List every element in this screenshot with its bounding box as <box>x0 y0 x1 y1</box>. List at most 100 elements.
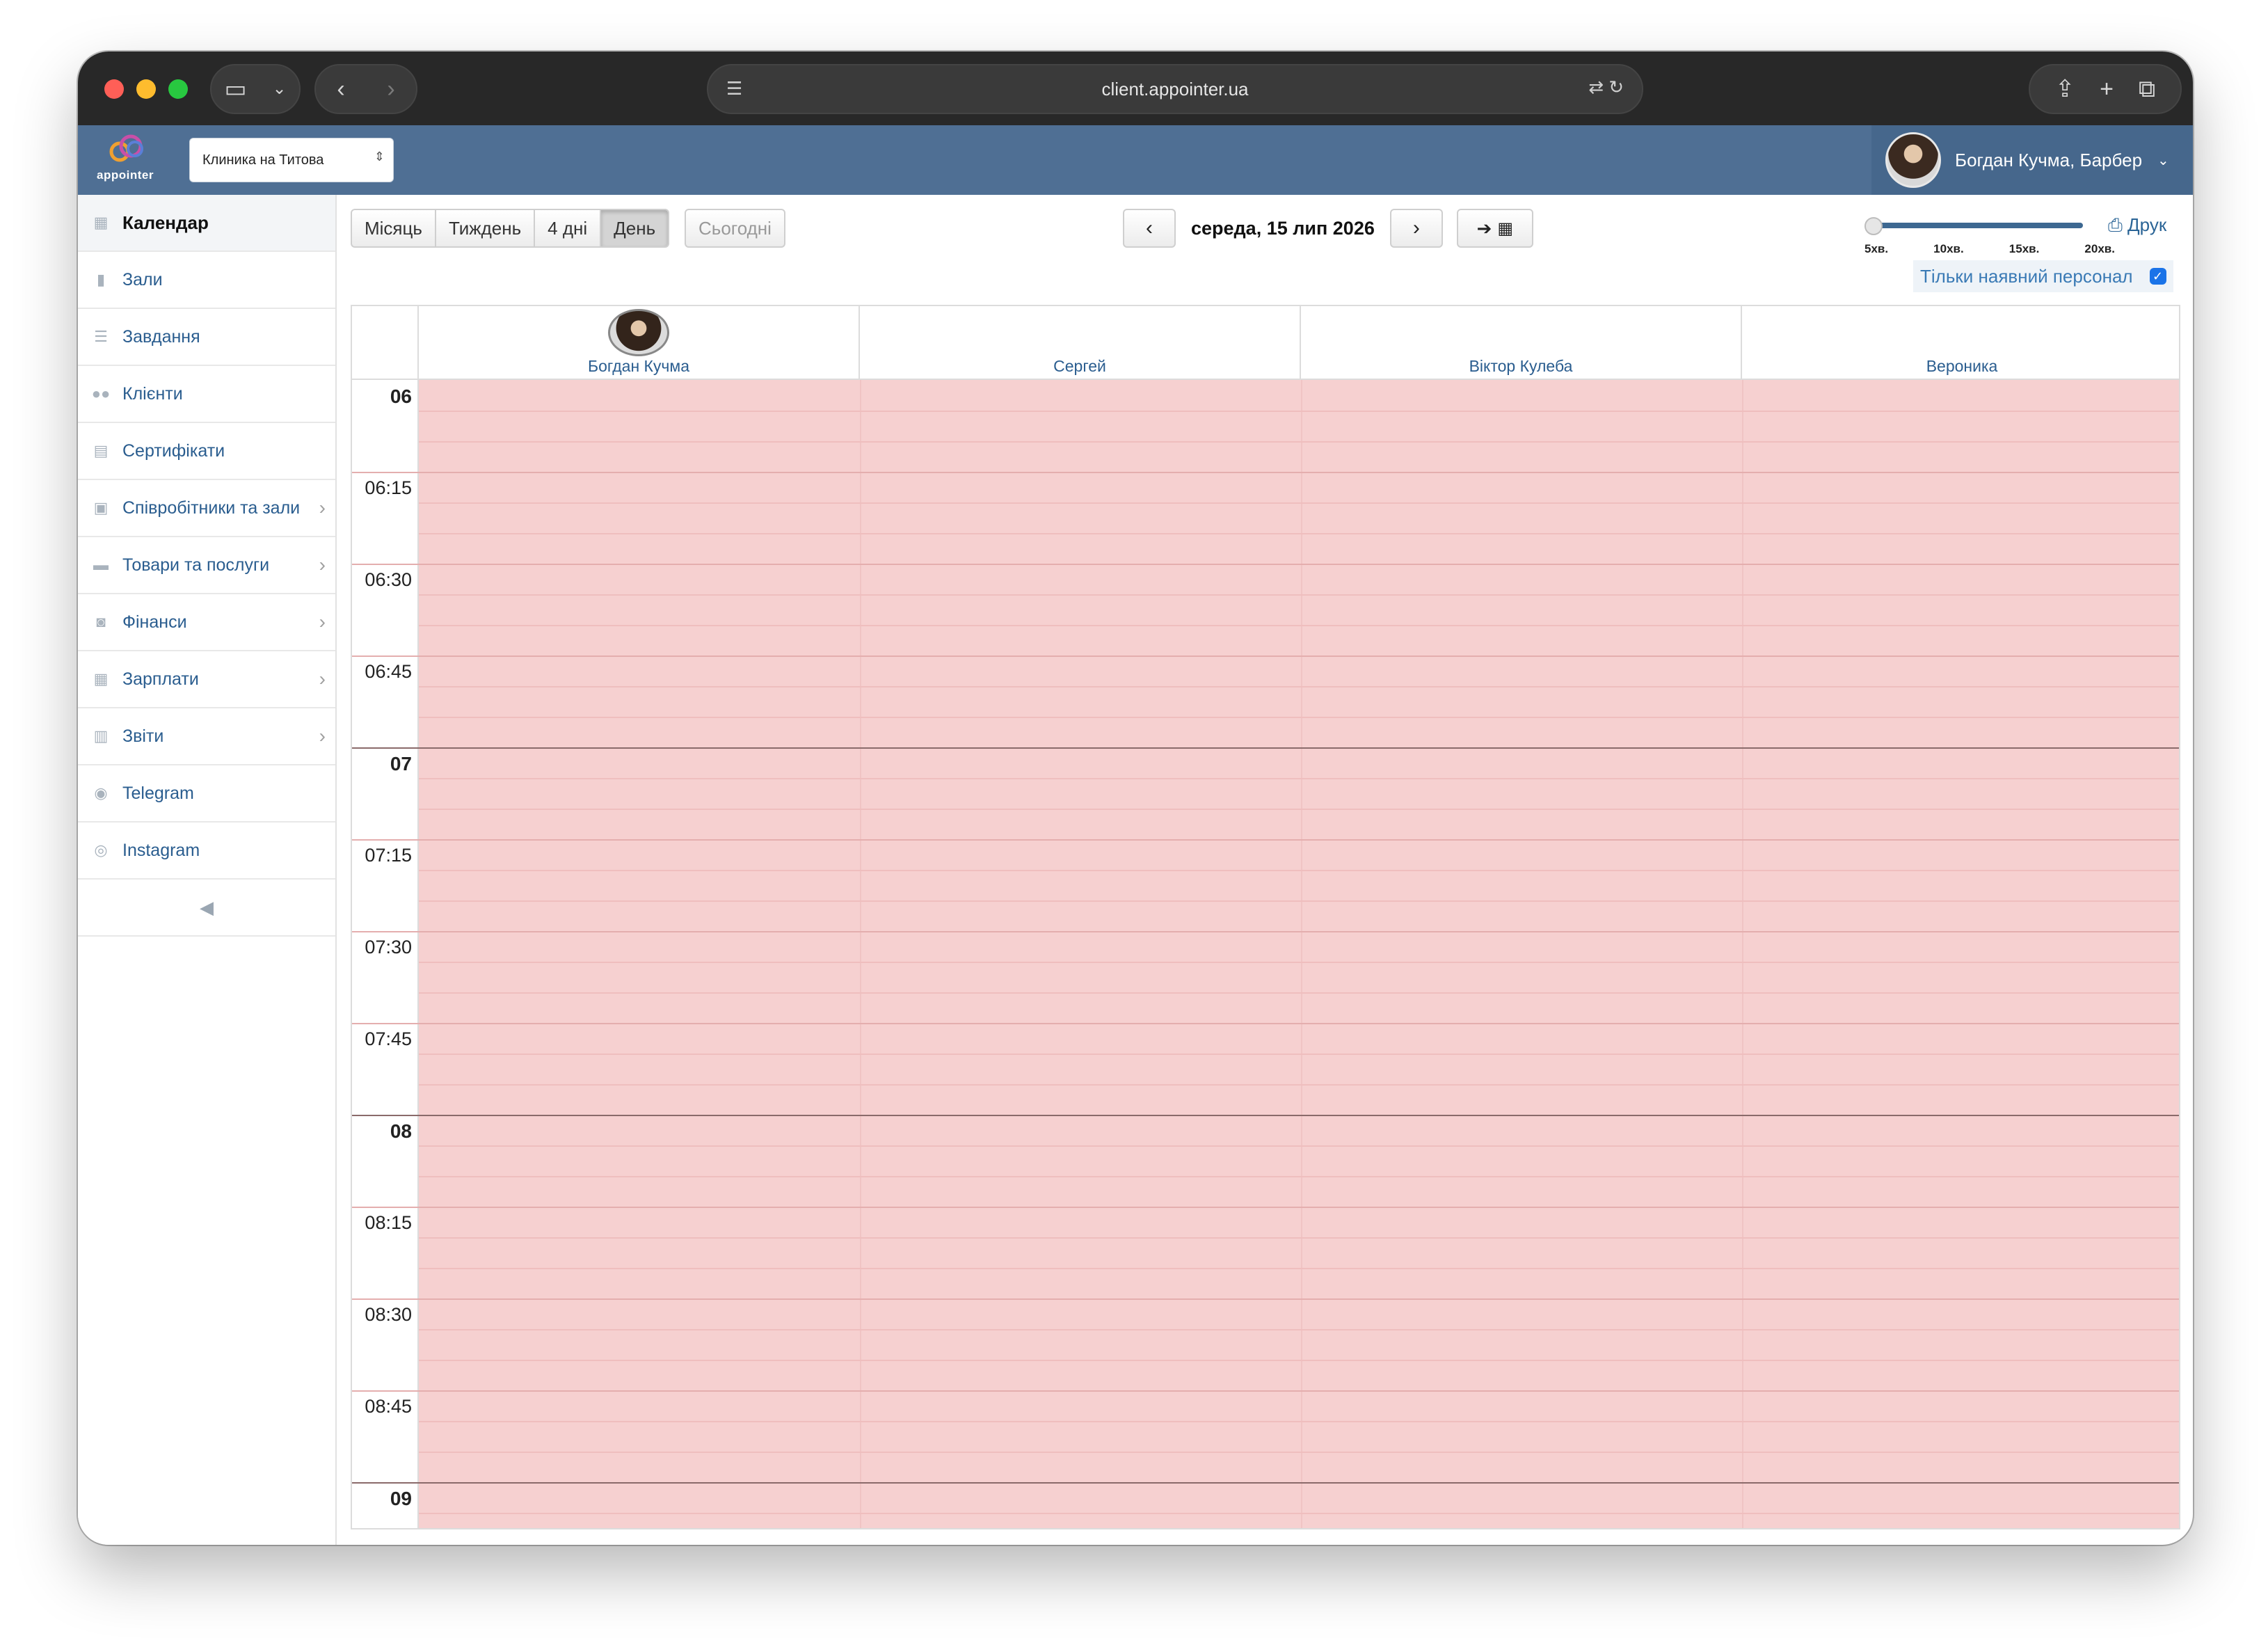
user-menu[interactable]: Богдан Кучма, Барбер ⌄ <box>1871 125 2193 195</box>
slot-duration-slider[interactable] <box>1869 223 2083 228</box>
time-slot-label: 08:30 <box>365 1304 412 1325</box>
staff-name: Вероника <box>1926 357 1998 375</box>
zoom-window-button[interactable] <box>168 79 188 99</box>
sidebar-item-finance[interactable]: ◙ Фінанси › <box>78 594 335 651</box>
sidebar-item-tasks[interactable]: ☰ Завдання <box>78 309 335 366</box>
credit-card-icon: ▬ <box>93 556 109 573</box>
time-gutter: 06 06:15 06:30 06:45 07 07:15 07:30 07:45 08 08:1… <box>352 380 419 1528</box>
calendar-icon: ▦ <box>93 214 109 231</box>
subslot-divider <box>419 1176 2179 1177</box>
staff-column-header[interactable]: Сергей <box>860 306 1301 380</box>
instagram-icon: ◎ <box>94 841 108 859</box>
telegram-icon: ◉ <box>94 784 108 802</box>
new-tab-icon[interactable]: + <box>2100 77 2114 101</box>
sidebar-item-staff[interactable]: ▣ Співробітники та зали › <box>78 480 335 537</box>
sidebar-item-label: Фінанси <box>122 612 187 632</box>
subslot-divider <box>419 441 2179 443</box>
chevron-right-icon: › <box>319 725 326 747</box>
chevron-left-icon: ‹ <box>1146 216 1153 239</box>
translate-reload-icons[interactable]: ⇄ ↻ <box>1588 77 1624 98</box>
sidebar-item-label: Клієнти <box>122 383 183 404</box>
subslot-divider <box>419 1237 2179 1239</box>
chevron-left-circle-icon: ◀ <box>200 896 214 918</box>
available-staff-toggle[interactable]: Тільки наявний персонал ✓ <box>1913 260 2173 292</box>
view-switcher: Місяць Тиждень 4 дні День <box>351 209 670 248</box>
slider-ticks: 5хв. 10хв. 15хв. 20хв. <box>1864 242 2115 256</box>
chevron-right-icon: › <box>1412 216 1420 239</box>
staff-column-header[interactable]: Богдан Кучма <box>419 306 860 380</box>
time-slot-label: 08:45 <box>365 1396 412 1417</box>
slot-divider <box>352 564 2179 565</box>
view-4days-button[interactable]: 4 дні <box>534 209 602 248</box>
subslot-divider <box>419 502 2179 504</box>
subslot-divider <box>419 411 2179 412</box>
chevron-right-icon: › <box>319 554 326 575</box>
browser-window: ▭ ⌄ ‹ › ☰ client.appointer.ua ⇄ ↻ ⇪ + ⧉ … <box>78 51 2193 1545</box>
available-staff-checkbox[interactable]: ✓ <box>2149 268 2166 285</box>
today-button[interactable]: Сьогодні <box>685 209 785 248</box>
sidebar-item-calendar[interactable]: ▦ Календар <box>78 195 335 252</box>
appointer-logo[interactable]: appointer <box>90 132 160 188</box>
slider-tick: 20хв. <box>2084 242 2115 255</box>
chevron-down-icon: ⌄ <box>2157 152 2169 168</box>
sidebar-item-label: Сертифікати <box>122 440 225 461</box>
sidebar-item-label: Календар <box>122 212 209 233</box>
sidebar-item-reports[interactable]: ▥ Звіти › <box>78 708 335 765</box>
staff-avatar <box>608 309 669 356</box>
slider-tick: 5хв. <box>1864 242 1889 255</box>
back-button[interactable]: ‹ <box>337 77 344 101</box>
next-day-button[interactable]: › <box>1389 209 1443 248</box>
staff-name: Віктор Кулеба <box>1469 357 1573 375</box>
share-icon[interactable]: ⇪ <box>2055 77 2075 101</box>
slot-divider <box>352 472 2179 473</box>
subslot-divider <box>419 778 2179 779</box>
sidebar-item-clients[interactable]: ●● Клієнти <box>78 366 335 423</box>
sidebar-item-certificates[interactable]: ▤ Сертифікати <box>78 423 335 480</box>
slot-divider <box>352 1390 2179 1392</box>
view-month-button[interactable]: Місяць <box>351 209 436 248</box>
bookmark-icon: ▮ <box>96 271 106 288</box>
close-window-button[interactable] <box>104 79 124 99</box>
subslot-divider <box>419 625 2179 626</box>
chevron-right-icon: › <box>319 611 326 633</box>
staff-name: Богдан Кучма <box>587 357 690 375</box>
prev-day-button[interactable]: ‹ <box>1123 209 1176 248</box>
staff-column-header[interactable]: Вероника <box>1742 306 2179 380</box>
unavailable-time-area[interactable] <box>419 380 2179 1528</box>
slider-handle[interactable] <box>1864 217 1883 235</box>
tabs-overview-icon[interactable]: ⧉ <box>2139 77 2155 101</box>
subslot-divider <box>419 992 2179 994</box>
view-day-button[interactable]: День <box>600 209 670 248</box>
users-icon: ●● <box>91 385 111 402</box>
sidebar-item-products[interactable]: ▬ Товари та послуги › <box>78 537 335 594</box>
sidebar-toggle-button[interactable]: ▭ ⌄ <box>210 64 301 114</box>
clinic-select[interactable]: Клиника на Титова ⇕ <box>189 138 394 182</box>
time-slot-label: 06:45 <box>365 661 412 682</box>
page-menu-icon[interactable]: ☰ <box>726 78 742 100</box>
url-text: client.appointer.ua <box>1101 78 1249 100</box>
history-nav: ‹ › <box>314 64 417 114</box>
sidebar: ▦ Календар ▮ Зали ☰ Завдання ●● Клієнти … <box>78 195 337 1545</box>
sidebar-item-salaries[interactable]: ▦ Зарплати › <box>78 651 335 708</box>
browser-toolbar: ▭ ⌄ ‹ › ☰ client.appointer.ua ⇄ ↻ ⇪ + ⧉ <box>78 51 2193 125</box>
sidebar-item-instagram[interactable]: ◎ Instagram <box>78 822 335 880</box>
go-to-date-button[interactable]: ➔ ▦ <box>1456 209 1533 248</box>
staff-column-header[interactable]: Віктор Кулеба <box>1301 306 1742 380</box>
time-slot-label: 07:15 <box>365 845 412 866</box>
sidebar-collapse-button[interactable]: ◀ <box>78 880 335 937</box>
forward-button[interactable]: › <box>387 77 394 101</box>
staff-name: Сергей <box>1053 357 1106 375</box>
subslot-divider <box>419 1084 2179 1086</box>
sidebar-item-telegram[interactable]: ◉ Telegram <box>78 765 335 822</box>
slot-divider <box>352 1298 2179 1300</box>
clinic-select-value: Клиника на Титова <box>202 152 324 168</box>
time-slot-label: 06 <box>390 386 412 407</box>
minimize-window-button[interactable] <box>136 79 156 99</box>
current-date: середа, 15 лип 2026 <box>1191 217 1375 239</box>
calendar-icon: ▦ <box>1497 218 1514 238</box>
sidebar-item-rooms[interactable]: ▮ Зали <box>78 252 335 309</box>
address-bar[interactable]: ☰ client.appointer.ua ⇄ ↻ <box>707 64 1643 114</box>
subslot-divider <box>419 686 2179 688</box>
view-week-button[interactable]: Тиждень <box>434 209 536 248</box>
print-link[interactable]: ⎙ Друк <box>2108 214 2166 237</box>
